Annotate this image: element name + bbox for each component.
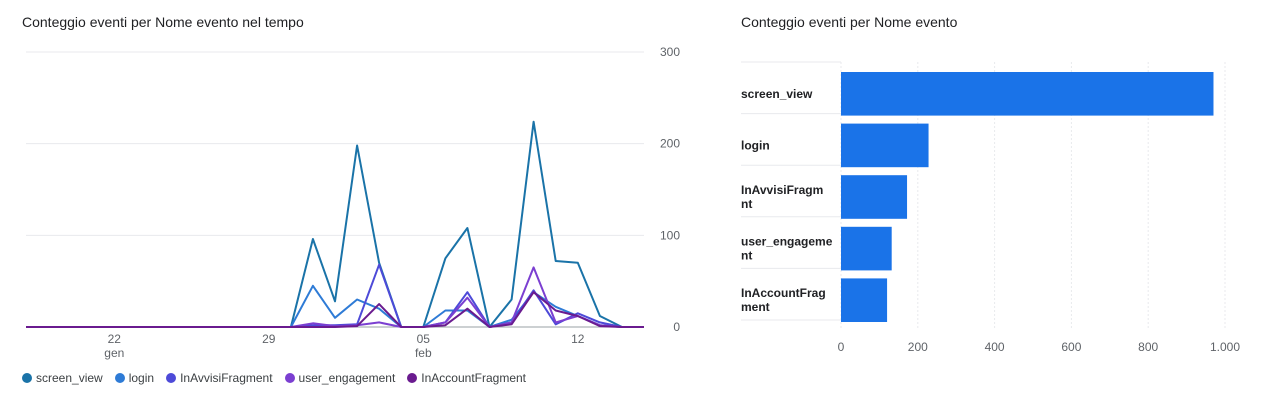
x-tick-label: 0 [838, 340, 845, 354]
x-tick-label: 600 [1061, 340, 1081, 354]
legend-dot [407, 373, 418, 383]
legend-label: user_engagement [298, 371, 396, 385]
bar-user_engagement [841, 226, 892, 271]
category-label: user_engageme [741, 235, 833, 249]
x-tick-label: 200 [908, 340, 928, 354]
category-label: nt [741, 197, 752, 211]
category-label: InAccountFrag [741, 286, 826, 300]
legend-item[interactable]: screen_view [22, 371, 103, 385]
legend-label: login [128, 371, 155, 385]
legend-label: InAccountFragment [421, 371, 527, 385]
category-label: login [741, 138, 770, 152]
legend-item[interactable]: login [114, 371, 155, 385]
x-tick-label: 800 [1138, 340, 1158, 354]
legend-label: screen_view [36, 371, 103, 385]
x-tick-label: 1.000 [1210, 340, 1240, 354]
bar-chart: 0 200 400 600 800 1.000 screen_viewlogin InAvvi… [741, 61, 1240, 354]
bar-InAccountFragment [841, 278, 888, 322]
category-label: screen_view [741, 87, 813, 101]
category-label: ment [741, 300, 770, 314]
bar-screen_view [841, 72, 1214, 116]
legend-dot [114, 373, 125, 383]
bar-login [841, 123, 929, 168]
bar-InAvvisiFragment [841, 175, 908, 219]
x-tick-label: 400 [985, 340, 1005, 354]
line-chart-legend: screen_view login InAvvisiFragment user_eng… [22, 371, 526, 385]
category-label: InAvvisiFragm [741, 183, 823, 197]
legend-item[interactable]: InAvvisiFragment [166, 371, 273, 385]
legend-label: InAvvisiFragment [180, 371, 273, 385]
category-label: nt [741, 249, 752, 263]
legend-dot [284, 373, 295, 383]
legend-item[interactable]: user_engagement [284, 371, 396, 385]
legend-dot [166, 373, 177, 383]
legend-dot [22, 373, 32, 383]
legend-item[interactable]: InAccountFragment [407, 371, 526, 385]
